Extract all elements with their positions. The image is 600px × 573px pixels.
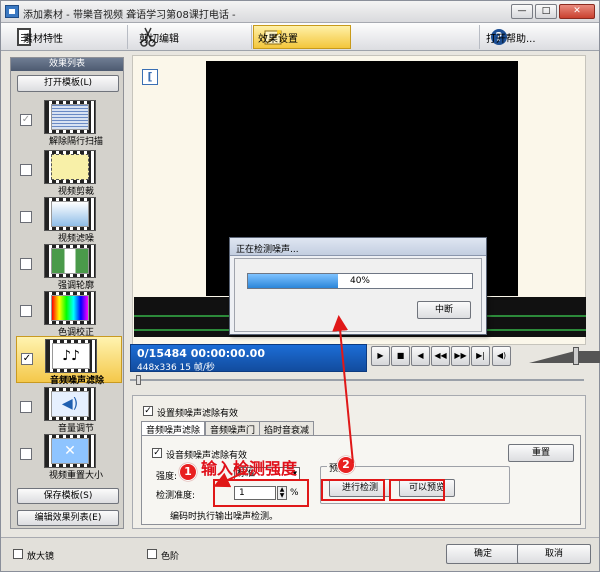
edit-effect-list-button[interactable]: 编辑效果列表(E) xyxy=(17,510,119,526)
enable-effect-label: 设置频噪声滤除有效 xyxy=(157,409,239,419)
color-correct-thumbnail xyxy=(44,291,96,325)
abort-button[interactable]: 中断 xyxy=(417,301,471,319)
audio-denoise-thumbnail: ♪♪ xyxy=(45,339,97,373)
tab-cut-edit-label: 剪切编辑 xyxy=(139,33,179,45)
maximize-button[interactable]: □ xyxy=(535,4,557,19)
enable-effect-checkbox[interactable]: ✓ xyxy=(143,406,153,416)
timecode: 0/15484 00:00:00.00 xyxy=(137,347,265,360)
strength-label: 强度: xyxy=(156,472,178,482)
sharpen-thumbnail xyxy=(44,244,96,278)
tab-material-properties-label: 素材特性 xyxy=(23,33,63,45)
timecode-display: 0/15484 00:00:00.00 448x336 15 帧/秒 xyxy=(130,344,367,373)
video-denoise-thumbnail xyxy=(44,197,96,231)
stop-button[interactable]: ■ xyxy=(391,346,410,366)
detection-progress-bar: 40% xyxy=(247,273,473,289)
tab-effect-settings[interactable]: 效果设置 xyxy=(253,25,351,49)
noise-detection-dialog: 正在检测噪声... 40% 中断 xyxy=(229,237,487,335)
tab-audio-noise-gate[interactable]: 音频噪声门 xyxy=(205,421,261,436)
annotation-step-2: 2 xyxy=(337,456,355,474)
minimize-button[interactable]: — xyxy=(511,4,533,19)
player-controls: ▶ ■ ◀ ◀◀ ▶▶ ▶| ◀) xyxy=(371,346,600,368)
prev-frame-button[interactable]: ◀ xyxy=(411,346,430,366)
play-button[interactable]: ▶ xyxy=(371,346,390,366)
save-template-button[interactable]: 保存模板(S) xyxy=(17,488,119,504)
title-bar: 添加素材 - 带樂音视频 聋语学习第08课打电话 - — □ ✕ xyxy=(1,1,599,23)
dialog-body: 40% 中断 xyxy=(234,258,482,332)
encoding-note: 编码时执行输出噪声检测。 xyxy=(170,512,279,522)
ok-button[interactable]: 确定 xyxy=(446,544,520,564)
bottom-bar: 放大镜 色阶 确定 取消 xyxy=(1,537,599,571)
fast-forward-button[interactable]: ▶▶ xyxy=(451,346,470,366)
volume-thumbnail: ◀) xyxy=(44,387,96,421)
help-button[interactable]: ? 打开帮助... xyxy=(479,25,597,49)
progress-text: 40% xyxy=(349,276,370,286)
open-template-button[interactable]: 打开模板(L) xyxy=(17,75,119,92)
effect-checkbox[interactable] xyxy=(20,258,32,270)
crop-thumbnail xyxy=(44,150,96,184)
effect-checkbox[interactable] xyxy=(20,305,32,317)
help-button-label: 打开帮助... xyxy=(486,33,536,45)
effect-item-deinterlace[interactable]: ✓ 解除隔行扫描 xyxy=(16,98,122,147)
color-level-label: 色阶 xyxy=(161,552,180,562)
effect-checkbox[interactable] xyxy=(20,401,32,413)
cancel-button[interactable]: 取消 xyxy=(517,544,591,564)
tab-material-properties[interactable]: 素材特性 xyxy=(5,25,128,49)
annotation-box-preview xyxy=(389,479,445,501)
effect-checkbox[interactable] xyxy=(20,448,32,460)
effect-item-crop[interactable]: 视频剪裁 xyxy=(16,148,122,197)
effect-checkbox[interactable] xyxy=(20,164,32,176)
annotation-step-1: 1 xyxy=(179,463,197,481)
video-info: 448x336 15 帧/秒 xyxy=(137,363,215,373)
effect-checkbox[interactable] xyxy=(20,211,32,223)
effect-checkbox[interactable]: ✓ xyxy=(20,114,32,126)
volume-slider-knob[interactable] xyxy=(573,347,579,365)
tab-effect-settings-label: 效果设置 xyxy=(258,33,298,45)
app-window: 添加素材 - 带樂音视频 聋语学习第08课打电话 - — □ ✕ 素材特性 剪切… xyxy=(0,0,600,572)
dialog-title: 正在检测噪声... xyxy=(230,238,486,256)
effect-item-resize[interactable]: ✕ 视频重置大小 xyxy=(16,432,122,481)
app-icon xyxy=(5,5,19,18)
next-frame-button[interactable]: ▶| xyxy=(471,346,490,366)
deinterlace-thumbnail xyxy=(44,100,96,134)
seek-knob[interactable] xyxy=(136,375,141,385)
effect-item-sharpen[interactable]: 强调轮廓 xyxy=(16,242,122,291)
threshold-label: 检测准度: xyxy=(156,491,196,501)
magnifier-label: 放大镜 xyxy=(27,552,55,562)
reset-button[interactable]: 重置 xyxy=(508,444,574,462)
rewind-button[interactable]: ◀◀ xyxy=(431,346,450,366)
effect-checkbox[interactable]: ✓ xyxy=(21,353,33,365)
tab-attenuation[interactable]: 掐时音衰减 xyxy=(259,421,315,436)
effect-item-color-correct[interactable]: 色调校正 xyxy=(16,289,122,338)
effect-item-label: 视频重置大小 xyxy=(48,471,103,481)
annotation-box-detect xyxy=(321,479,385,501)
resize-thumbnail: ✕ xyxy=(44,434,96,468)
annotation-box-threshold xyxy=(213,479,309,507)
window-title: 添加素材 - 带樂音视频 聋语学习第08课打电话 - xyxy=(23,10,236,21)
frame-bracket-icon[interactable]: [ xyxy=(142,69,158,85)
effect-list-panel: 效果列表 打开模板(L) ✓ 解除隔行扫描 视频剪裁 视频滤噪 强调轮廓 色调校… xyxy=(10,57,124,529)
effect-item-video-denoise[interactable]: 视频滤噪 xyxy=(16,195,122,244)
magnifier-checkbox[interactable] xyxy=(13,549,23,559)
tab-audio-denoise[interactable]: 音频噪声滤除 xyxy=(141,421,206,436)
effect-list: ✓ 解除隔行扫描 视频剪裁 视频滤噪 强调轮廓 色调校正 ✓ ♪♪ 音频噪声滤除… xyxy=(16,98,122,498)
volume-slider[interactable] xyxy=(529,347,600,365)
effect-list-header: 效果列表 xyxy=(11,58,123,71)
close-button[interactable]: ✕ xyxy=(559,4,595,19)
speaker-icon[interactable]: ◀) xyxy=(492,346,511,366)
seek-bar[interactable] xyxy=(130,375,584,385)
effect-item-label: 解除隔行扫描 xyxy=(48,137,103,147)
effect-item-audio-denoise[interactable]: ✓ ♪♪ 音频噪声滤除 xyxy=(16,336,122,386)
effect-item-volume[interactable]: ◀) 音量调节 xyxy=(16,385,122,434)
enable-denoise-checkbox[interactable]: ✓ xyxy=(152,448,162,458)
tab-cut-edit[interactable]: 剪切编辑 xyxy=(129,25,252,49)
color-level-checkbox[interactable] xyxy=(147,549,157,559)
toolbar: 素材特性 剪切编辑 效果设置 ? 打开帮助... xyxy=(1,23,599,51)
annotation-step-1-text: 输入检测强度 xyxy=(201,459,298,478)
